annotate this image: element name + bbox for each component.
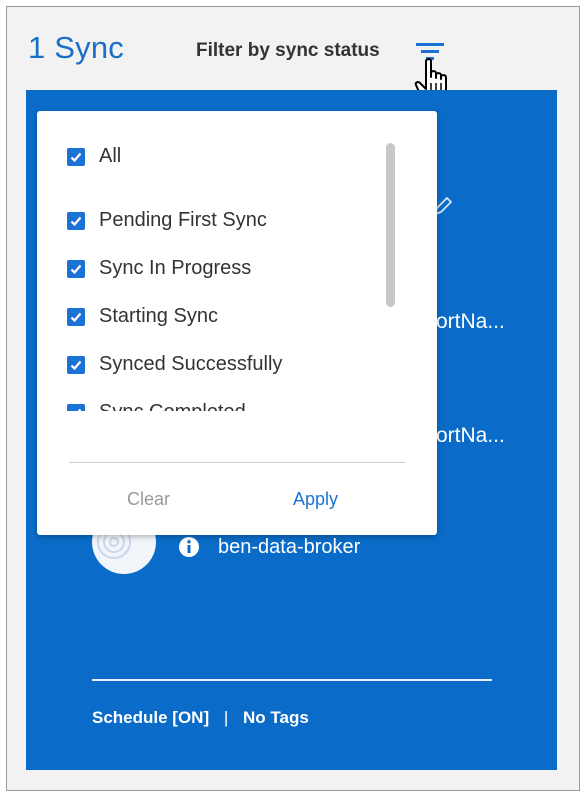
check-icon — [70, 312, 82, 322]
filter-option-sync-in-progress[interactable]: Sync In Progress — [67, 257, 251, 280]
filter-option-label: Starting Sync — [99, 305, 218, 327]
checkbox-all[interactable] — [67, 147, 85, 166]
filter-option-label: Sync In Progress — [99, 257, 252, 279]
filter-option-all[interactable]: All — [67, 145, 121, 168]
filter-option-sync-completed[interactable]: Sync Completed — [67, 401, 246, 411]
filter-dropdown: All Pending First Sync Sync In Progress … — [37, 111, 437, 535]
checkbox-synced-successfully[interactable] — [67, 355, 85, 374]
apply-button[interactable]: Apply — [293, 489, 338, 510]
check-icon — [77, 408, 82, 411]
sync-count-title: 1 Sync — [28, 30, 124, 65]
filter-options-list[interactable]: All Pending First Sync Sync In Progress … — [37, 111, 437, 411]
check-icon — [70, 264, 82, 274]
target-path-text: ortNa... — [436, 424, 505, 447]
filter-option-synced-successfully[interactable]: Synced Successfully — [67, 353, 282, 376]
check-icon — [70, 152, 82, 162]
clear-button[interactable]: Clear — [127, 489, 170, 510]
filter-option-starting-sync[interactable]: Starting Sync — [67, 305, 218, 328]
checkbox-starting-sync[interactable] — [67, 307, 85, 326]
filter-option-label: Synced Successfully — [99, 353, 283, 375]
source-path-text: ortNa... — [436, 310, 505, 333]
footer-separator: | — [223, 708, 229, 727]
filter-option-pending-first-sync[interactable]: Pending First Sync — [67, 209, 267, 232]
schedule-status[interactable]: Schedule [ON] — [92, 708, 209, 727]
info-icon[interactable] — [178, 536, 200, 558]
filter-option-label: Sync Completed — [99, 401, 246, 411]
card-footer: Schedule [ON] | No Tags — [92, 708, 309, 728]
checkbox-sync-completed[interactable] — [67, 403, 85, 411]
filter-by-status-label[interactable]: Filter by sync status — [196, 40, 380, 62]
filter-list-scrollbar[interactable] — [386, 143, 395, 307]
tags-status[interactable]: No Tags — [243, 708, 309, 727]
checkbox-pending-first-sync[interactable] — [67, 211, 85, 230]
checkbox-sync-in-progress[interactable] — [67, 259, 85, 278]
dropdown-divider — [69, 462, 405, 463]
check-icon — [70, 360, 82, 370]
filter-option-label: Pending First Sync — [99, 209, 267, 231]
card-divider — [92, 679, 492, 681]
data-broker-name: ben-data-broker — [218, 536, 361, 558]
check-icon — [70, 216, 82, 226]
filter-option-label: All — [99, 145, 122, 167]
